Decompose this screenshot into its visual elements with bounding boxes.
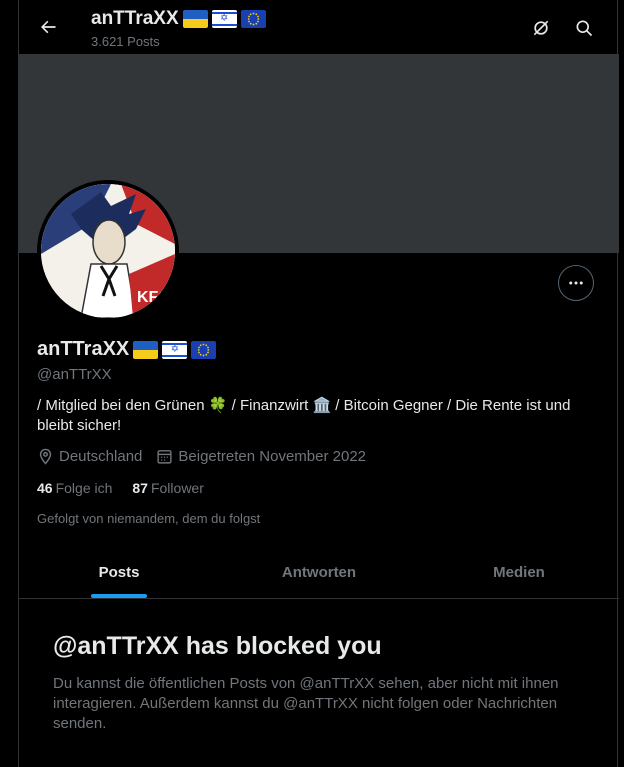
tab-label: Posts [98,563,140,581]
ukraine-flag-icon [182,10,208,28]
blocked-message: Du kannst die öffentlichen Posts von @an… [53,675,559,732]
active-tab-indicator [91,594,147,598]
israel-flag-icon: ✡ [162,340,188,359]
eu-flag-icon [240,10,266,28]
grok-button[interactable] [527,14,555,42]
tab-label: Medien [493,563,545,581]
join-date: Beigetreten November 2022 [156,448,366,465]
tab-media[interactable]: Medien [419,546,619,598]
profile-handle: @anTTrXX [37,366,112,383]
tab-posts[interactable]: Posts [19,546,219,598]
join-date-text: Beigetreten November 2022 [178,448,367,465]
avatar-image: KFC [41,184,175,318]
tab-label: Antworten [281,563,357,581]
followers-link[interactable]: 87 Follower [132,480,203,496]
followers-label: Follower [150,480,204,496]
location-text: Deutschland [59,448,143,465]
follow-stats: 46 Folge ich 87 Follower [37,480,204,496]
location-pin-icon [39,448,52,465]
more-icon [569,281,583,285]
profile-tabs: Posts Antworten Medien [19,546,619,599]
location: Deutschland [37,448,142,465]
post-count: 3.621 Posts [91,34,160,49]
display-name: anTTraXX [37,338,130,360]
israel-flag-icon: ✡ [211,10,237,28]
ukraine-flag-icon [133,340,159,359]
following-link[interactable]: 46 Folge ich [37,480,112,496]
following-label: Folge ich [55,480,113,496]
profile-name: anTTraXX ✡ [37,338,217,361]
back-button[interactable] [33,12,63,42]
calendar-icon [157,450,172,464]
search-button[interactable] [570,14,598,42]
profile-meta: Deutschland Beigetreten November 2022 [37,448,380,465]
blocked-title: @anTTrXX has blocked you [53,632,382,660]
more-options-button[interactable] [558,265,594,301]
avatar[interactable]: KFC [37,180,179,322]
profile-column: anTTraXX ✡ 3.621 Posts KFC anTTraXX ✡ @a… [18,0,619,767]
back-arrow-icon [41,20,56,34]
avatar-text: KFC [137,289,170,306]
search-icon [576,20,593,37]
header-title: anTTraXX ✡ [91,8,266,30]
followers-count: 87 [132,480,148,496]
eu-flag-icon [191,340,217,359]
following-count: 46 [37,480,53,496]
grok-icon [533,20,549,36]
top-bar: anTTraXX ✡ 3.621 Posts [19,0,619,54]
profile-bio: / Mitglied bei den Grünen 🍀 / Finanzwirt… [37,397,571,434]
header-name: anTTraXX [91,8,179,29]
tab-replies[interactable]: Antworten [219,546,419,598]
followed-by-text: Gefolgt von niemandem, dem du folgst [37,511,261,526]
